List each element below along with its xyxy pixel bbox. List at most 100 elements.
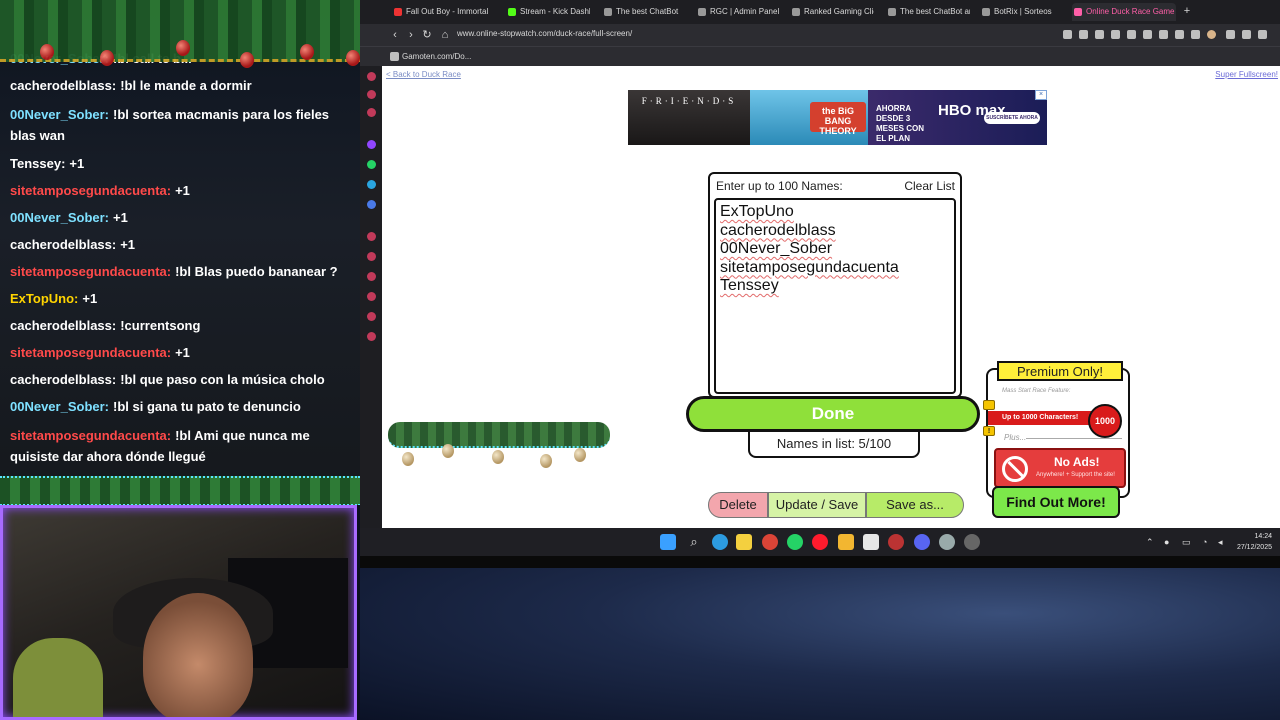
ai-icon[interactable]: [1226, 30, 1235, 39]
update-save-button[interactable]: Update / Save: [768, 492, 866, 518]
chat-text: +1: [82, 291, 98, 306]
chevron-up-icon[interactable]: ⌃: [1146, 537, 1154, 548]
whatsapp-icon[interactable]: [787, 534, 803, 550]
extension-icon[interactable]: [1159, 30, 1168, 39]
download-icon[interactable]: [1242, 30, 1251, 39]
ad-promo-text: AHORRA DESDE 3 MESES CON EL PLAN ANUAL: [876, 104, 925, 145]
chat-message: cacherodelblass: !bl que paso con la músi…: [0, 366, 360, 393]
extension-icon[interactable]: [1095, 30, 1104, 39]
bookmark-gamoten[interactable]: Gamoten.com/Do...: [402, 52, 471, 61]
sidebar-app-icon[interactable]: [367, 90, 376, 99]
clock-icon[interactable]: [367, 272, 376, 281]
names-textarea[interactable]: ExTopUno cacherodelblass 00Never_Sober s…: [714, 198, 956, 394]
volume-icon[interactable]: ◂: [1218, 537, 1223, 548]
back-icon[interactable]: ‹: [388, 28, 402, 42]
chat-username: 00Never_Sober:: [10, 107, 109, 122]
ornament-icon: [300, 44, 314, 60]
chat-text: +1: [69, 156, 85, 171]
super-fullscreen-link[interactable]: Super Fullscreen!: [1215, 70, 1278, 79]
microphone-icon[interactable]: ●: [1164, 537, 1169, 547]
tab-rgc-admin[interactable]: RGC | Admin Panel: [696, 3, 780, 21]
find-out-more-button[interactable]: Find Out More!: [992, 486, 1120, 518]
ornament-icon: [540, 454, 552, 468]
chat-username: sitetamposegundacuenta:: [10, 428, 172, 443]
download-icon[interactable]: [367, 292, 376, 301]
tab-chatbot-1[interactable]: The best ChatBot: [602, 3, 686, 21]
telegram-icon[interactable]: [367, 180, 376, 189]
desktop-wallpaper: [360, 556, 1280, 720]
folder-icon[interactable]: [838, 534, 854, 550]
extension-icon[interactable]: [1079, 30, 1088, 39]
sidebar-app-icon[interactable]: [367, 108, 376, 117]
ornament-icon: [176, 40, 190, 56]
app-icon[interactable]: [939, 534, 955, 550]
ad-hbo-max[interactable]: AHORRA DESDE 3 MESES CON EL PLAN ANUAL H…: [868, 90, 1047, 145]
ad-close-icon[interactable]: ×: [1035, 90, 1047, 100]
whatsapp-icon[interactable]: [367, 160, 376, 169]
ad-banner[interactable]: F·R·I·E·N·D·S the BiG BANG THEORY AHORRA…: [628, 90, 1047, 145]
back-to-duck-race-link[interactable]: < Back to Duck Race: [386, 70, 461, 79]
store-icon[interactable]: [863, 534, 879, 550]
notes-icon[interactable]: [736, 534, 752, 550]
chat-text: !bl si gana tu pato te denuncio: [113, 399, 301, 414]
delete-button[interactable]: Delete: [708, 492, 768, 518]
wifi-icon[interactable]: ◔: [1202, 537, 1207, 547]
christmas-garland-page: [388, 422, 610, 468]
tab-ranked-gaming[interactable]: Ranked Gaming Clie: [790, 3, 874, 21]
search-icon[interactable]: ⌕: [686, 534, 702, 550]
chat-username: ExTopUno:: [10, 291, 79, 306]
ad-big-bang-theory[interactable]: the BiG BANG THEORY: [750, 90, 868, 145]
chat-username: cacherodelblass:: [10, 237, 117, 252]
chat-text: !currentsong: [120, 318, 201, 333]
chat-username: sitetamposegundacuenta:: [10, 345, 172, 360]
new-tab-button[interactable]: +: [1180, 4, 1194, 18]
ad-friends[interactable]: F·R·I·E·N·D·S: [628, 90, 750, 145]
chrome-icon[interactable]: [762, 534, 778, 550]
obs-icon[interactable]: [964, 534, 980, 550]
extension-icon[interactable]: [1063, 30, 1072, 39]
opera-icon[interactable]: [812, 534, 828, 550]
extension-icon[interactable]: [367, 312, 376, 321]
avatar[interactable]: [1207, 30, 1216, 39]
messenger-icon[interactable]: [367, 200, 376, 209]
extension-icon[interactable]: [1191, 30, 1200, 39]
chat-username: 00Never_Sober:: [10, 210, 109, 225]
extension-icon[interactable]: [1127, 30, 1136, 39]
ornament-icon: [492, 450, 504, 464]
tab-duck-race[interactable]: Online Duck Race Game: [1072, 3, 1176, 21]
chat-username: 00Never_Sober:: [10, 399, 109, 414]
extension-icon[interactable]: [1175, 30, 1184, 39]
sidebar-app-icon[interactable]: [367, 72, 376, 81]
discord-icon[interactable]: [914, 534, 930, 550]
history-icon[interactable]: [367, 232, 376, 241]
clear-list-button[interactable]: Clear List: [904, 179, 955, 193]
pin-icon[interactable]: [367, 252, 376, 261]
tab-fall-out-boy[interactable]: Fall Out Boy - Immortal: [392, 3, 496, 21]
name-entry: sitetamposegundacuenta: [720, 258, 899, 276]
tab-botrix-sorteos[interactable]: BotRix | Sorteos: [980, 3, 1064, 21]
save-as-button[interactable]: Save as...: [866, 492, 964, 518]
clock-date: 27/12/2025: [1236, 544, 1272, 551]
system-clock[interactable]: 14:24 27/12/2025: [1237, 531, 1272, 553]
extension-icon[interactable]: [1143, 30, 1152, 39]
keyboard-icon[interactable]: ▭: [1182, 537, 1191, 548]
reload-icon[interactable]: ↻: [420, 28, 434, 42]
url-text[interactable]: www.online-stopwatch.com/duck-race/full-…: [457, 29, 632, 38]
settings-icon[interactable]: [367, 332, 376, 341]
ornament-icon: [442, 444, 454, 458]
extension-icon[interactable]: [1111, 30, 1120, 39]
tab-kick-dashboard[interactable]: Stream - Kick Dashb: [506, 3, 590, 21]
no-entry-slash: [1007, 460, 1024, 478]
menu-icon[interactable]: [1258, 30, 1267, 39]
app-icon[interactable]: [888, 534, 904, 550]
clock-time: 14:24: [1254, 533, 1272, 540]
forward-icon[interactable]: ›: [404, 28, 418, 42]
tab-chatbot-2[interactable]: The best ChatBot an: [886, 3, 970, 21]
windows-start-icon[interactable]: [660, 534, 676, 550]
characters-label: Up to 1000 Characters!: [988, 411, 1100, 425]
edge-icon[interactable]: [712, 534, 728, 550]
done-button[interactable]: Done: [686, 396, 980, 432]
address-bar[interactable]: ‹ › ↻ ⌂ www.online-stopwatch.com/duck-ra…: [360, 24, 1280, 46]
twitch-icon[interactable]: [367, 140, 376, 149]
ad-subscribe-button[interactable]: SUSCRÍBETE AHORA: [984, 112, 1040, 124]
